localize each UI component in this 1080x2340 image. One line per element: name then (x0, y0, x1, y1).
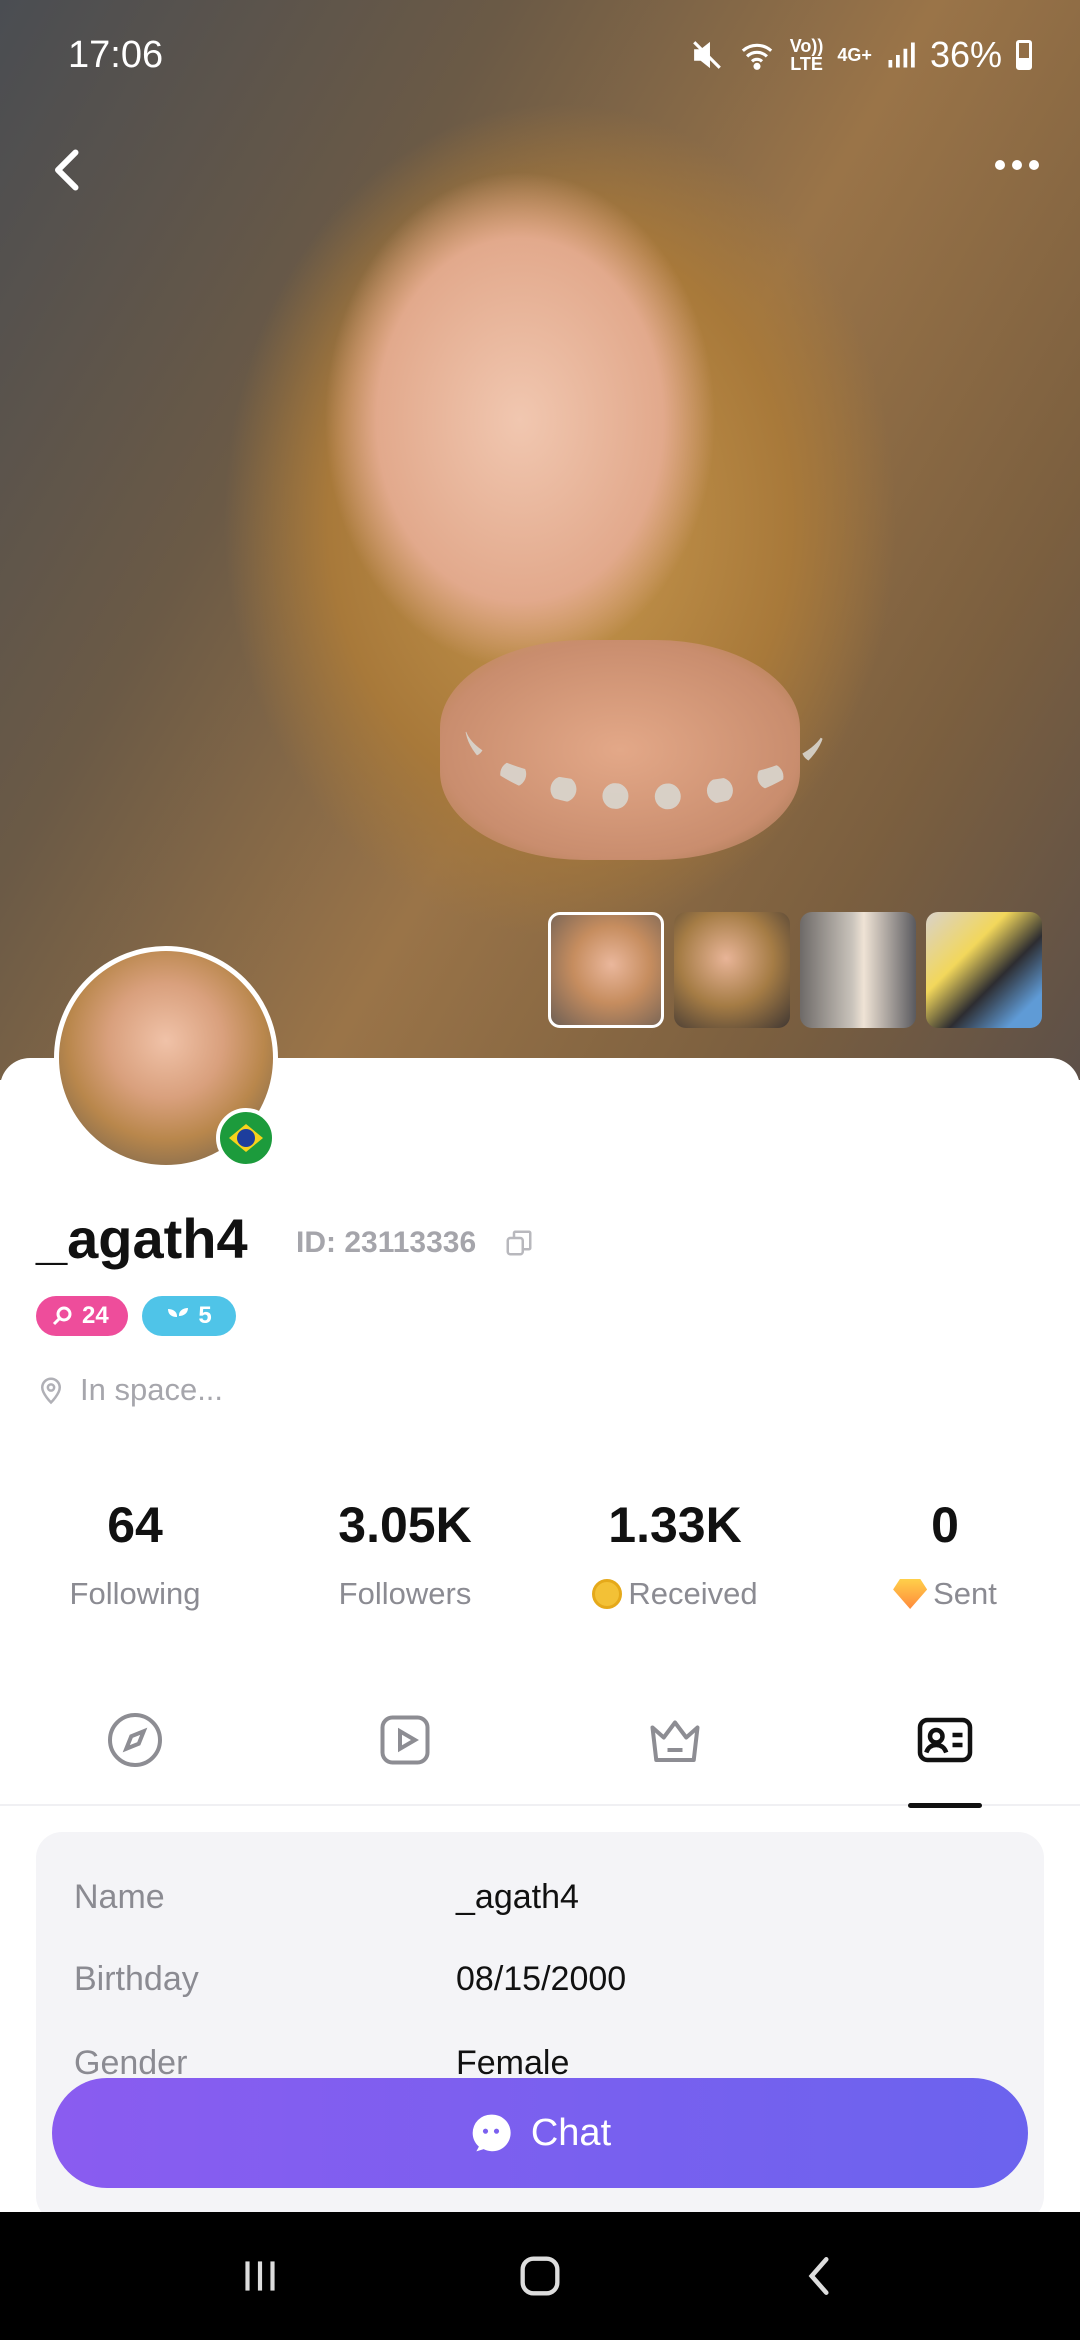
more-dot-icon (995, 160, 1005, 170)
level-badge: 24 (36, 1296, 128, 1336)
location: In space... (36, 1372, 223, 1408)
signal-icon (888, 42, 915, 68)
cover-photo-necklace-shape (465, 640, 825, 810)
stat-value: 0 (931, 1497, 959, 1553)
video-play-icon (380, 1715, 430, 1765)
status-time: 17:06 (68, 34, 164, 76)
info-value: _agath4 (456, 1878, 579, 1916)
stat-following[interactable]: 64 Following (0, 1490, 270, 1612)
more-dot-icon (1012, 160, 1022, 170)
mute-icon (692, 41, 721, 69)
stat-label: Sent (810, 1576, 1080, 1612)
network-indicator: 4G+ (837, 45, 872, 65)
system-back-icon[interactable] (795, 2251, 845, 2301)
profile-stats: 64 Following 3.05K Followers 1.33K Recei… (0, 1490, 1080, 1612)
chevron-left-icon (55, 149, 79, 191)
profile-card-icon (917, 1717, 973, 1763)
stat-value: 3.05K (338, 1497, 472, 1553)
battery-percent: 36% (929, 34, 1002, 75)
system-navigation-bar (0, 2212, 1080, 2340)
more-options-button[interactable] (982, 140, 1052, 190)
info-row-birthday: Birthday 08/15/2000 (74, 1960, 626, 1999)
wifi-icon (741, 43, 772, 70)
stat-received[interactable]: 1.33K Received (540, 1490, 810, 1612)
stat-label: Followers (338, 1576, 472, 1611)
user-badges: 24 5 (36, 1296, 236, 1336)
sprout-icon (168, 1308, 189, 1326)
crown-icon (650, 1720, 700, 1762)
tab-profile-info[interactable] (810, 1710, 1080, 1808)
recent-apps-icon[interactable] (235, 2251, 285, 2301)
chat-bubble-icon (472, 2114, 511, 2152)
more-dot-icon (1029, 160, 1039, 170)
volte-indicator: Vo)) LTE (789, 36, 824, 74)
chat-button[interactable]: Chat (52, 2078, 1028, 2188)
compass-icon (108, 1713, 162, 1767)
brazil-flag-icon (216, 1108, 276, 1168)
charm-badge: 5 (142, 1296, 236, 1336)
stat-label: Received (540, 1576, 810, 1612)
stat-followers[interactable]: 3.05K Followers (270, 1490, 540, 1612)
info-key: Birthday (74, 1960, 199, 1998)
copy-icon[interactable] (504, 1228, 534, 1258)
stat-sent[interactable]: 0 Sent (810, 1490, 1080, 1612)
photo-thumbnail[interactable] (548, 912, 664, 1028)
profile-tabs (0, 1710, 1080, 1808)
location-text: In space... (80, 1372, 224, 1407)
status-icons: Vo)) LTE 4G+ 36% (690, 34, 1032, 76)
photo-thumbnail-strip (548, 912, 1042, 1028)
gem-icon (893, 1579, 928, 1609)
info-value: 08/15/2000 (456, 1960, 627, 1998)
tab-moments[interactable] (0, 1710, 270, 1806)
stat-label: Following (69, 1576, 201, 1611)
info-row-name: Name _agath4 (74, 1878, 579, 1917)
status-bar: 17:06 Vo)) LTE 4G+ 36% (0, 0, 1080, 120)
location-pin-icon (40, 1377, 62, 1405)
stat-value: 64 (107, 1497, 163, 1553)
photo-thumbnail[interactable] (674, 912, 790, 1028)
battery-icon (1016, 40, 1032, 70)
photo-thumbnail[interactable] (800, 912, 916, 1028)
username: _agath4 (36, 1207, 248, 1270)
back-button[interactable] (38, 140, 98, 200)
level-icon (52, 1306, 72, 1326)
home-icon[interactable] (514, 2250, 566, 2302)
tab-vip[interactable] (540, 1710, 810, 1806)
info-key: Name (74, 1878, 165, 1916)
tab-videos[interactable] (270, 1710, 540, 1806)
chat-button-label: Chat (530, 2111, 612, 2154)
photo-thumbnail[interactable] (926, 912, 1042, 1028)
coin-icon (592, 1579, 623, 1609)
stat-value: 1.33K (608, 1497, 742, 1553)
user-id: ID: 23113336 (296, 1226, 477, 1259)
info-value: Female (456, 2044, 570, 2082)
